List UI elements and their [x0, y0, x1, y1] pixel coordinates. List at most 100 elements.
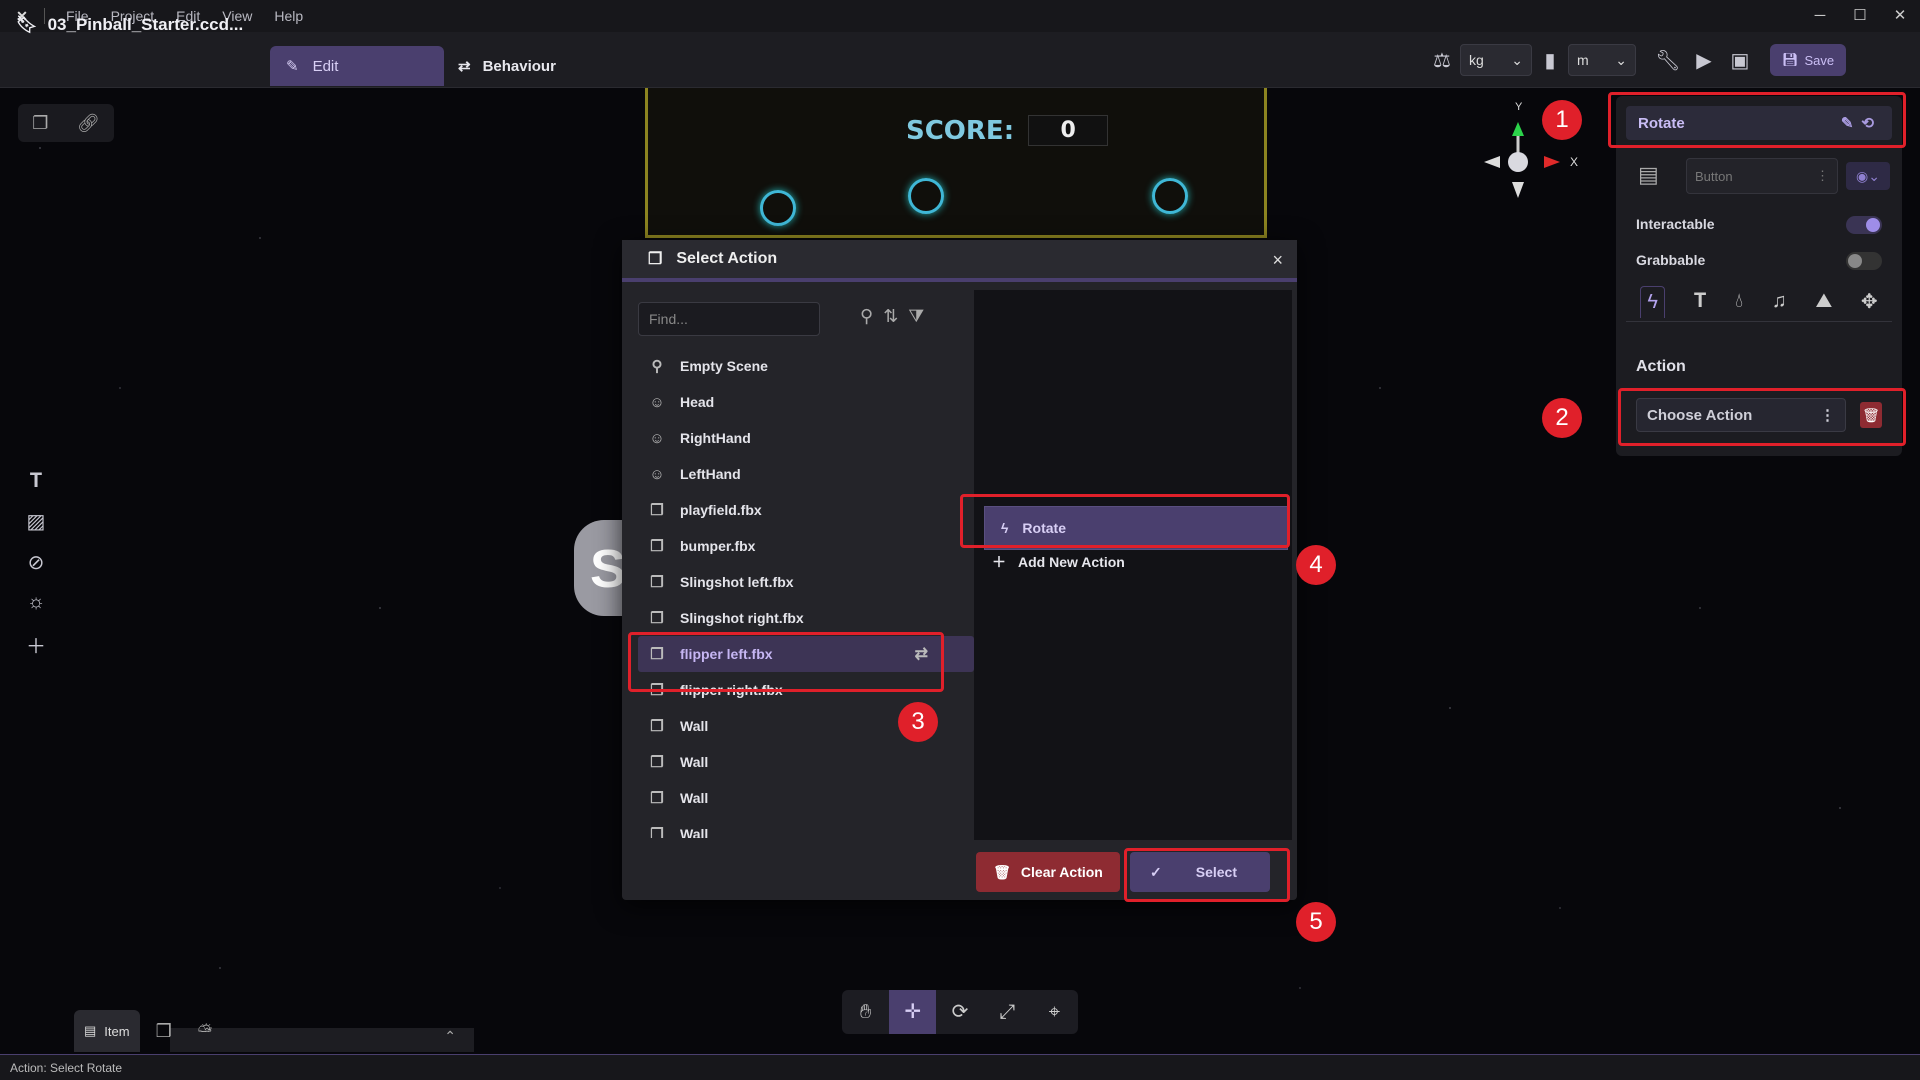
- eye-icon: ◉⌄: [1856, 167, 1880, 184]
- score-label: SCORE:: [906, 115, 1015, 146]
- list-item[interactable]: ❒ Wall: [638, 744, 974, 780]
- tab-actions-lightning-icon[interactable]: ϟ: [1640, 285, 1665, 318]
- type-select[interactable]: Button ⋮: [1686, 158, 1838, 194]
- toolbar-right: ⚖ kg ⌄ ▮ m ⌄ 🔧︎ ▶ ▣ 💾︎ Save: [1424, 44, 1847, 76]
- model-tool-icon[interactable]: ⊘: [28, 550, 45, 575]
- tab-behaviour-label: Behaviour: [482, 57, 556, 75]
- text-tool-icon[interactable]: 𝐓: [30, 470, 43, 493]
- project-title: 🔖︎ 03_Pinball_Starter.ccd...: [16, 15, 243, 35]
- list-item-label: Wall: [680, 790, 709, 806]
- list-item[interactable]: ☺ Head: [638, 384, 974, 420]
- object-list[interactable]: ⚲ Empty Scene ☺ Head ☺ RightHand ☺ LeftHand ❒ pla…: [638, 348, 974, 838]
- list-item[interactable]: ⚲ Empty Scene: [638, 348, 974, 384]
- search-icon[interactable]: ⚲: [860, 306, 873, 327]
- bookmark-icon: 🔖︎: [16, 15, 38, 34]
- sort-icon[interactable]: ⇅: [883, 306, 898, 327]
- pivot-icon[interactable]: ⌖: [1031, 990, 1078, 1034]
- play-icon[interactable]: ▶: [1686, 48, 1722, 73]
- view-tools: ❐ 🔗︎: [18, 104, 114, 142]
- close-dialog-button[interactable]: ×: [1272, 250, 1283, 271]
- tab-edit[interactable]: ✎ Edit: [270, 46, 444, 86]
- add-icon[interactable]: ＋: [26, 630, 46, 659]
- status-bar: Action: Select Rotate: [0, 1054, 1920, 1080]
- cube-icon: ❒: [650, 574, 664, 591]
- list-item-label: playfield.fbx: [680, 502, 762, 518]
- list-item[interactable]: ❒ bumper.fbx: [638, 528, 974, 564]
- search-input[interactable]: [638, 302, 820, 336]
- list-item[interactable]: ❒ Wall: [638, 816, 974, 838]
- transform-toolbar: ✋︎ ✛ ⟳ ⤢ ⌖: [842, 990, 1078, 1034]
- highlight-box-2: [1618, 388, 1906, 446]
- z-axis-arrow: [1512, 182, 1524, 198]
- menu-help[interactable]: Help: [263, 8, 314, 24]
- item-icon: ▤: [84, 1023, 97, 1038]
- gizmo-x-label: X: [1570, 155, 1578, 169]
- interactable-toggle[interactable]: [1846, 216, 1882, 234]
- bottom-tabs: ▤ Item ❒ ⛅︎: [74, 1010, 222, 1052]
- weight-icon: ⚖: [1433, 49, 1451, 72]
- clear-action-button[interactable]: 🗑︎ Clear Action: [976, 852, 1120, 892]
- action-section-label: Action: [1636, 358, 1686, 375]
- bumper: [1152, 178, 1188, 214]
- save-icon: 💾︎: [1782, 52, 1799, 67]
- type-value: Button: [1695, 168, 1733, 184]
- highlight-box-3: [628, 632, 944, 692]
- tab-assets-cube-icon[interactable]: ❒: [146, 1010, 182, 1052]
- cube-icon: ❒: [650, 790, 664, 807]
- copy-icon[interactable]: ❐: [32, 113, 48, 134]
- add-new-action-button[interactable]: ＋ Add New Action: [992, 552, 1125, 572]
- mass-unit-select[interactable]: kg ⌄: [1460, 44, 1532, 76]
- filter-icon[interactable]: ⧩: [908, 306, 924, 327]
- avatar-icon: ☺: [649, 465, 665, 483]
- list-item-label: Slingshot left.fbx: [680, 574, 794, 590]
- tab-transform-move-icon[interactable]: ✥: [1861, 289, 1878, 314]
- minimize-button[interactable]: ─: [1800, 0, 1840, 32]
- project-name: 03_Pinball_Starter.ccd...: [47, 15, 244, 34]
- light-tool-icon[interactable]: ☼: [27, 591, 45, 614]
- expand-chevron-icon[interactable]: ⌃: [444, 1028, 456, 1044]
- image-tool-icon[interactable]: ▨: [27, 509, 46, 534]
- toggle-knob: [1866, 218, 1880, 232]
- rotate-icon[interactable]: ⟳: [936, 990, 983, 1034]
- list-item[interactable]: ❒ Slingshot right.fbx: [638, 600, 974, 636]
- list-item-label: Wall: [680, 826, 709, 838]
- tab-text-icon[interactable]: 𝐓: [1694, 290, 1707, 313]
- list-item-label: RightHand: [680, 430, 751, 446]
- tab-environment-icon[interactable]: ⛅︎: [188, 1010, 222, 1052]
- add-action-label: Add New Action: [1018, 554, 1125, 570]
- maximize-button[interactable]: ☐: [1840, 0, 1880, 32]
- scale-icon[interactable]: ⤢: [984, 990, 1031, 1034]
- close-window-button[interactable]: ✕: [1880, 0, 1920, 32]
- list-item[interactable]: ❒ Wall: [638, 780, 974, 816]
- dialog-title: Select Action: [676, 250, 778, 267]
- tab-material-drop-icon[interactable]: 💧︎: [1735, 290, 1743, 313]
- grabbable-toggle[interactable]: [1846, 252, 1882, 270]
- list-item-label: Slingshot right.fbx: [680, 610, 804, 626]
- move-icon[interactable]: ✛: [889, 990, 937, 1034]
- list-item[interactable]: ☺ RightHand: [638, 420, 974, 456]
- cube-icon: ❒: [650, 826, 664, 838]
- save-button[interactable]: 💾︎ Save: [1770, 44, 1847, 76]
- hand-pan-icon[interactable]: ✋︎: [842, 990, 889, 1034]
- list-item-label: bumper.fbx: [680, 538, 756, 554]
- list-item[interactable]: ❒ playfield.fbx: [638, 492, 974, 528]
- length-unit-value: m: [1577, 52, 1589, 68]
- tab-audio-note-icon[interactable]: ♫: [1772, 290, 1787, 313]
- button-type-icon: ▤: [1638, 162, 1659, 187]
- list-item[interactable]: ❒ Slingshot left.fbx: [638, 564, 974, 600]
- tab-item[interactable]: ▤ Item: [74, 1010, 140, 1052]
- visibility-toggle[interactable]: ◉⌄: [1846, 162, 1890, 190]
- highlight-box-5: [1124, 848, 1290, 902]
- window-controls: ─ ☐ ✕: [1800, 0, 1920, 32]
- step-badge-5: 5: [1296, 902, 1336, 942]
- publish-icon[interactable]: ▣: [1722, 48, 1758, 73]
- list-item-label: Wall: [680, 718, 709, 734]
- length-unit-select[interactable]: m ⌄: [1568, 44, 1636, 76]
- tab-animation-icon[interactable]: ⛰: [1815, 290, 1832, 313]
- tab-behaviour[interactable]: ⇄ Behaviour: [458, 46, 556, 86]
- chevron-down-icon: ⌄: [1511, 51, 1523, 68]
- wrench-icon[interactable]: 🔧︎: [1650, 48, 1686, 73]
- list-item[interactable]: ☺ LeftHand: [638, 456, 974, 492]
- link-icon[interactable]: 🔗︎: [77, 113, 100, 134]
- search-tools: ⚲ ⇅ ⧩: [860, 306, 924, 327]
